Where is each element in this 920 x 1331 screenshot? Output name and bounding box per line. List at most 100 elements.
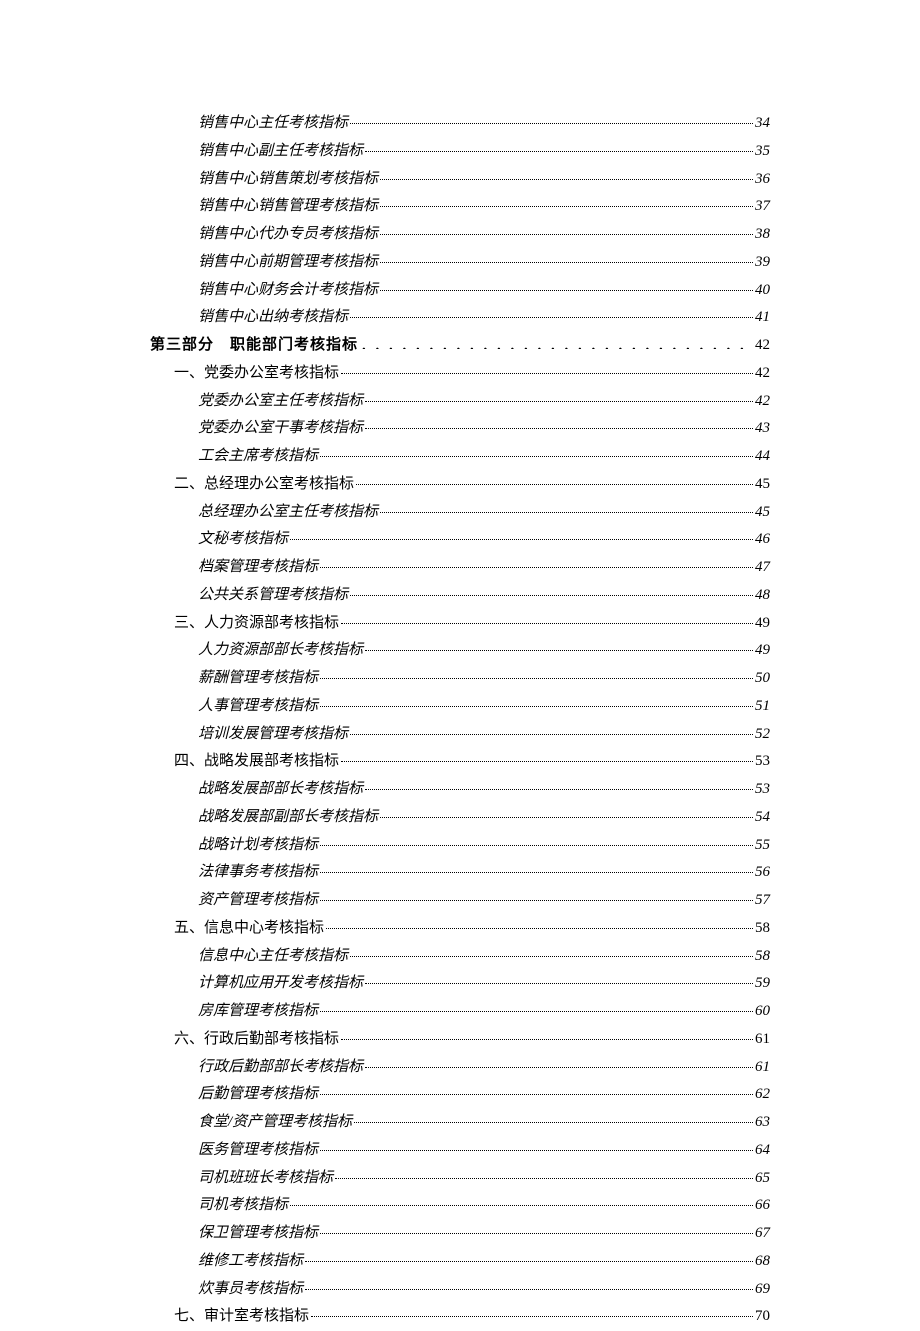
document-page: 销售中心主任考核指标34销售中心副主任考核指标35销售中心销售策划考核指标36销… bbox=[0, 0, 920, 1302]
toc-leader-dots bbox=[365, 637, 753, 652]
toc-entry[interactable]: 法律事务考核指标56 bbox=[150, 859, 770, 887]
toc-leader-dots bbox=[320, 443, 753, 458]
toc-page-number: 64 bbox=[755, 1137, 770, 1165]
toc-entry[interactable]: 工会主席考核指标 44 bbox=[150, 443, 770, 471]
toc-page-number: 58 bbox=[755, 943, 770, 971]
toc-entry[interactable]: 房库管理考核指标60 bbox=[150, 998, 770, 1026]
toc-entry[interactable]: 文秘考核指标46 bbox=[150, 526, 770, 554]
toc-page-number: 58 bbox=[755, 915, 770, 943]
toc-page-number: 59 bbox=[755, 970, 770, 998]
toc-label: 销售中心财务会计考核指标 bbox=[198, 277, 378, 305]
toc-page-number: 45 bbox=[755, 499, 770, 527]
toc-entry[interactable]: 薪酬管理考核指标50 bbox=[150, 665, 770, 693]
toc-entry[interactable]: 保卫管理考核指标 67 bbox=[150, 1220, 770, 1248]
toc-entry[interactable]: 司机班班长考核指标65 bbox=[150, 1165, 770, 1193]
toc-entry[interactable]: 销售中心代办专员考核指标38 bbox=[150, 221, 770, 249]
toc-entry[interactable]: 一、党委办公室考核指标 42 bbox=[150, 360, 770, 388]
toc-entry[interactable]: 资产管理考核指标57 bbox=[150, 887, 770, 915]
toc-page-number: 43 bbox=[755, 415, 770, 443]
toc-label: 销售中心销售策划考核指标 bbox=[198, 166, 378, 194]
toc-entry[interactable]: 销售中心前期管理考核指标39 bbox=[150, 249, 770, 277]
toc-entry[interactable]: 战略发展部副部长考核指标54 bbox=[150, 804, 770, 832]
toc-page-number: 62 bbox=[755, 1081, 770, 1109]
toc-entry[interactable]: 销售中心财务会计考核指标40 bbox=[150, 277, 770, 305]
toc-entry[interactable]: 食堂/资产管理考核指标63 bbox=[150, 1109, 770, 1137]
toc-label: 第三部分 职能部门考核指标 bbox=[150, 332, 358, 360]
toc-label: 销售中心副主任考核指标 bbox=[198, 138, 363, 166]
toc-entry[interactable]: 后勤管理考核指标62 bbox=[150, 1081, 770, 1109]
toc-page-number: 44 bbox=[755, 443, 770, 471]
toc-page-number: 49 bbox=[755, 637, 770, 665]
toc-entry[interactable]: 人力资源部部长考核指标49 bbox=[150, 637, 770, 665]
toc-entry[interactable]: 四、战略发展部考核指标 53 bbox=[150, 748, 770, 776]
toc-leader-dots bbox=[380, 276, 753, 291]
toc-leader-dots bbox=[290, 1192, 753, 1207]
toc-label: 一、党委办公室考核指标 bbox=[174, 360, 339, 388]
toc-entry[interactable]: 维修工考核指标68 bbox=[150, 1248, 770, 1276]
toc-leader-dots bbox=[320, 998, 753, 1013]
toc-entry[interactable]: 总经理办公室主任考核指标45 bbox=[150, 499, 770, 527]
toc-leader-dots bbox=[365, 387, 753, 402]
toc-leader-dots bbox=[311, 1303, 753, 1318]
toc-label: 战略发展部部长考核指标 bbox=[198, 776, 363, 804]
toc-page-number: 53 bbox=[755, 776, 770, 804]
toc-page-number: 49 bbox=[755, 610, 770, 638]
toc-leader-dots bbox=[350, 942, 753, 957]
toc-entry[interactable]: 炊事员考核指标69 bbox=[150, 1276, 770, 1304]
toc-entry[interactable]: 七、审计室考核指标70 bbox=[150, 1303, 770, 1331]
toc-entry[interactable]: 档案管理考核指标47 bbox=[150, 554, 770, 582]
toc-page-number: 36 bbox=[755, 166, 770, 194]
toc-entry[interactable]: 销售中心销售策划考核指标 36 bbox=[150, 166, 770, 194]
toc-entry[interactable]: 培训发展管理考核指标52 bbox=[150, 721, 770, 749]
toc-label: 司机班班长考核指标 bbox=[198, 1165, 333, 1193]
toc-page-number: 42 bbox=[755, 360, 770, 388]
toc-entry[interactable]: 销售中心主任考核指标34 bbox=[150, 110, 770, 138]
toc-entry[interactable]: 六、行政后勤部考核指标 61 bbox=[150, 1026, 770, 1054]
toc-page-number: 61 bbox=[755, 1026, 770, 1054]
toc-entry[interactable]: 司机考核指标66 bbox=[150, 1192, 770, 1220]
toc-label: 行政后勤部部长考核指标 bbox=[198, 1054, 363, 1082]
toc-label: 食堂/资产管理考核指标 bbox=[198, 1109, 352, 1137]
toc-label: 薪酬管理考核指标 bbox=[198, 665, 318, 693]
toc-leader-dots bbox=[326, 914, 753, 929]
toc-label: 档案管理考核指标 bbox=[198, 554, 318, 582]
toc-label: 战略计划考核指标 bbox=[198, 832, 318, 860]
toc-leader-dots bbox=[320, 831, 753, 846]
toc-page-number: 53 bbox=[755, 748, 770, 776]
toc-entry[interactable]: 第三部分 职能部门考核指标. . . . . . . . . . . . . .… bbox=[150, 332, 770, 360]
toc-entry[interactable]: 行政后勤部部长考核指标61 bbox=[150, 1054, 770, 1082]
toc-leader-dots bbox=[335, 1164, 753, 1179]
toc-label: 人事管理考核指标 bbox=[198, 693, 318, 721]
toc-label: 保卫管理考核指标 bbox=[198, 1220, 318, 1248]
toc-entry[interactable]: 销售中心副主任考核指标 35 bbox=[150, 138, 770, 166]
toc-label: 战略发展部副部长考核指标 bbox=[198, 804, 378, 832]
toc-entry[interactable]: 信息中心主任考核指标58 bbox=[150, 943, 770, 971]
toc-entry[interactable]: 医务管理考核指标64 bbox=[150, 1137, 770, 1165]
toc-entry[interactable]: 战略计划考核指标55 bbox=[150, 832, 770, 860]
toc-leader-dots bbox=[380, 248, 753, 263]
toc-entry[interactable]: 人事管理考核指标 51 bbox=[150, 693, 770, 721]
toc-entry[interactable]: 五、信息中心考核指标 58 bbox=[150, 915, 770, 943]
toc-label: 房库管理考核指标 bbox=[198, 998, 318, 1026]
toc-page-number: 35 bbox=[755, 138, 770, 166]
toc-entry[interactable]: 三、人力资源部考核指标 49 bbox=[150, 610, 770, 638]
toc-entry[interactable]: 销售中心销售管理考核指标37 bbox=[150, 193, 770, 221]
toc-entry[interactable]: 公共关系管理考核指标48 bbox=[150, 582, 770, 610]
toc-page-number: 51 bbox=[755, 693, 770, 721]
toc-entry[interactable]: 销售中心出纳考核指标41 bbox=[150, 304, 770, 332]
toc-label: 五、信息中心考核指标 bbox=[174, 915, 324, 943]
toc-label: 四、战略发展部考核指标 bbox=[174, 748, 339, 776]
toc-label: 三、人力资源部考核指标 bbox=[174, 610, 339, 638]
toc-entry[interactable]: 计算机应用开发考核指标59 bbox=[150, 970, 770, 998]
toc-leader-dots bbox=[305, 1247, 753, 1262]
toc-leader-dots bbox=[341, 1025, 753, 1040]
toc-entry[interactable]: 党委办公室干事考核指标43 bbox=[150, 415, 770, 443]
toc-label: 工会主席考核指标 bbox=[198, 443, 318, 471]
toc-page-number: 67 bbox=[755, 1220, 770, 1248]
toc-leader-dots bbox=[341, 609, 753, 624]
toc-entry[interactable]: 党委办公室主任考核指标42 bbox=[150, 388, 770, 416]
toc-entry[interactable]: 二、总经理办公室考核指标45 bbox=[150, 471, 770, 499]
toc-entry[interactable]: 战略发展部部长考核指标 53 bbox=[150, 776, 770, 804]
toc-label: 公共关系管理考核指标 bbox=[198, 582, 348, 610]
toc-label: 六、行政后勤部考核指标 bbox=[174, 1026, 339, 1054]
